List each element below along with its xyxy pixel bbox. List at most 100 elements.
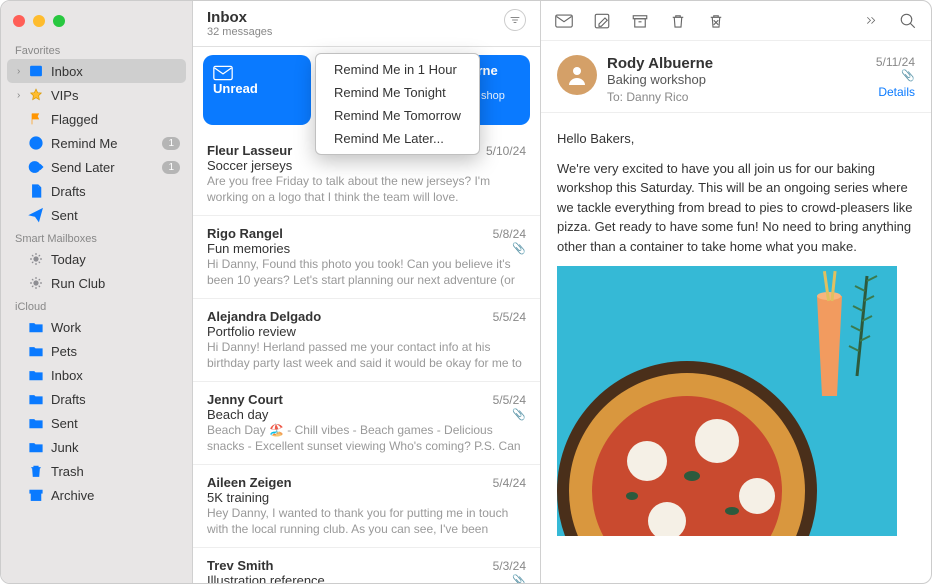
gear-icon [27, 251, 45, 267]
message-row[interactable]: Rigo Rangel5/8/24Fun memories📎Hi Danny, … [193, 216, 540, 299]
sidebar-item-work[interactable]: Work [7, 315, 186, 339]
attachment-icon: 📎 [512, 242, 526, 255]
mark-unread-button[interactable] [553, 10, 575, 32]
message-subject: Soccer jerseys [207, 158, 526, 173]
clock-icon [27, 135, 45, 151]
doc-icon [27, 183, 45, 199]
filter-button[interactable] [504, 9, 526, 31]
sidebar-item-archive[interactable]: Archive [7, 483, 186, 507]
junk-button[interactable] [705, 10, 727, 32]
sidebar-section-title[interactable]: iCloud [1, 295, 192, 315]
sidebar-item-flagged[interactable]: Flagged [7, 107, 186, 131]
delete-button[interactable] [667, 10, 689, 32]
sidebar-item-label: VIPs [51, 88, 180, 103]
archive-icon [27, 487, 45, 503]
sidebar-item-vips[interactable]: › VIPs [7, 83, 186, 107]
paperplane-icon [27, 207, 45, 223]
sidebar-item-label: Today [51, 252, 180, 267]
message-subject: Illustration reference [207, 573, 512, 583]
sidebar-item-label: Flagged [51, 112, 180, 127]
smart-cards-row: Unread Rem Rody Albuerne shop We're very… [193, 47, 540, 133]
sidebar-item-inbox[interactable]: › Inbox [7, 59, 186, 83]
message-list[interactable]: Fleur Lasseur5/10/24Soccer jerseysAre yo… [193, 133, 540, 583]
sidebar-item-remind-me[interactable]: Remind Me1 [7, 131, 186, 155]
message-date: 5/8/24 [493, 227, 526, 241]
reading-pane: Rody Albuerne Baking workshop To: Danny … [541, 1, 931, 583]
more-actions-button[interactable] [859, 10, 881, 32]
message-subject: Beach day [207, 407, 512, 422]
details-link[interactable]: Details [876, 85, 915, 99]
recipient-row: To: Danny Rico [607, 90, 866, 104]
sidebar: Favorites›Inbox›VIPsFlaggedRemind Me1Sen… [1, 1, 193, 583]
context-menu-item[interactable]: Remind Me Later... [316, 127, 479, 150]
message-subject: Fun memories [207, 241, 512, 256]
message-date: 5/10/24 [486, 144, 526, 158]
zoom-window-button[interactable] [53, 15, 65, 27]
message-from: Alejandra Delgado [207, 309, 493, 324]
sidebar-item-trash[interactable]: Trash [7, 459, 186, 483]
sidebar-item-label: Trash [51, 464, 180, 479]
context-menu-item[interactable]: Remind Me Tomorrow [316, 104, 479, 127]
message-list-column: Inbox 32 messages Unread Rem Rody Albuer… [193, 1, 541, 583]
message-preview: Are you free Friday to talk about the ne… [207, 173, 526, 205]
sidebar-item-sent[interactable]: Sent [7, 411, 186, 435]
message-date: 5/3/24 [493, 559, 526, 573]
folder-icon [27, 391, 45, 407]
message-preview: Hi Danny, Found this photo you took! Can… [207, 256, 526, 288]
message-from: Trev Smith [207, 558, 493, 573]
sidebar-item-run-club[interactable]: Run Club [7, 271, 186, 295]
clock-send-icon [27, 159, 45, 175]
sidebar-item-junk[interactable]: Junk [7, 435, 186, 459]
remind-me-context-menu: Remind Me in 1 HourRemind Me TonightRemi… [315, 53, 480, 155]
message-preview: Hi Danny! Herland passed me your contact… [207, 339, 526, 371]
minimize-window-button[interactable] [33, 15, 45, 27]
message-body[interactable]: Hello Bakers, We're very excited to have… [541, 113, 931, 583]
sidebar-item-label: Drafts [51, 184, 180, 199]
flag-icon [27, 111, 45, 127]
context-menu-item[interactable]: Remind Me Tonight [316, 81, 479, 104]
sidebar-item-today[interactable]: Today [7, 247, 186, 271]
sidebar-item-drafts[interactable]: Drafts [7, 387, 186, 411]
disclosure-chevron[interactable]: › [17, 66, 27, 77]
folder-icon [27, 415, 45, 431]
sidebar-item-inbox[interactable]: Inbox [7, 363, 186, 387]
sidebar-item-label: Work [51, 320, 180, 335]
archive-button[interactable] [629, 10, 651, 32]
sidebar-item-label: Inbox [51, 64, 180, 79]
sidebar-item-send-later[interactable]: Send Later1 [7, 155, 186, 179]
disclosure-chevron[interactable]: › [17, 90, 27, 101]
sidebar-item-label: Junk [51, 440, 180, 455]
compose-button[interactable] [591, 10, 613, 32]
message-row[interactable]: Jenny Court5/5/24Beach day📎Beach Day 🏖️ … [193, 382, 540, 465]
sidebar-item-label: Sent [51, 416, 180, 431]
folder-icon [27, 439, 45, 455]
message-row[interactable]: Alejandra Delgado5/5/24Portfolio reviewH… [193, 299, 540, 382]
sidebar-item-pets[interactable]: Pets [7, 339, 186, 363]
message-date: 5/5/24 [493, 310, 526, 324]
unread-badge: 1 [162, 137, 180, 150]
attachment-image[interactable] [557, 266, 915, 539]
attachment-icon: 📎 [876, 69, 915, 82]
sidebar-item-drafts[interactable]: Drafts [7, 179, 186, 203]
sidebar-item-sent[interactable]: Sent [7, 203, 186, 227]
sidebar-section-title[interactable]: Smart Mailboxes [1, 227, 192, 247]
sidebar-item-label: Run Club [51, 276, 180, 291]
message-row[interactable]: Trev Smith5/3/24Illustration reference📎H… [193, 548, 540, 583]
message-subject: Portfolio review [207, 324, 526, 339]
message-date: 5/4/24 [493, 476, 526, 490]
message-row[interactable]: Aileen Zeigen5/4/245K trainingHey Danny,… [193, 465, 540, 548]
message-date: 5/5/24 [493, 393, 526, 407]
search-button[interactable] [897, 10, 919, 32]
mailbox-subtitle: 32 messages [207, 26, 504, 38]
sender-avatar[interactable] [557, 55, 597, 95]
close-window-button[interactable] [13, 15, 25, 27]
context-menu-item[interactable]: Remind Me in 1 Hour [316, 58, 479, 81]
attachment-icon: 📎 [512, 408, 526, 421]
sidebar-item-label: Inbox [51, 368, 180, 383]
message-subject: Baking workshop [607, 72, 866, 87]
message-preview: Beach Day 🏖️ - Chill vibes - Beach games… [207, 422, 526, 454]
smart-card-unread[interactable]: Unread [203, 55, 311, 125]
folder-icon [27, 367, 45, 383]
sidebar-section-title[interactable]: Favorites [1, 39, 192, 59]
inbox-icon [27, 63, 45, 79]
